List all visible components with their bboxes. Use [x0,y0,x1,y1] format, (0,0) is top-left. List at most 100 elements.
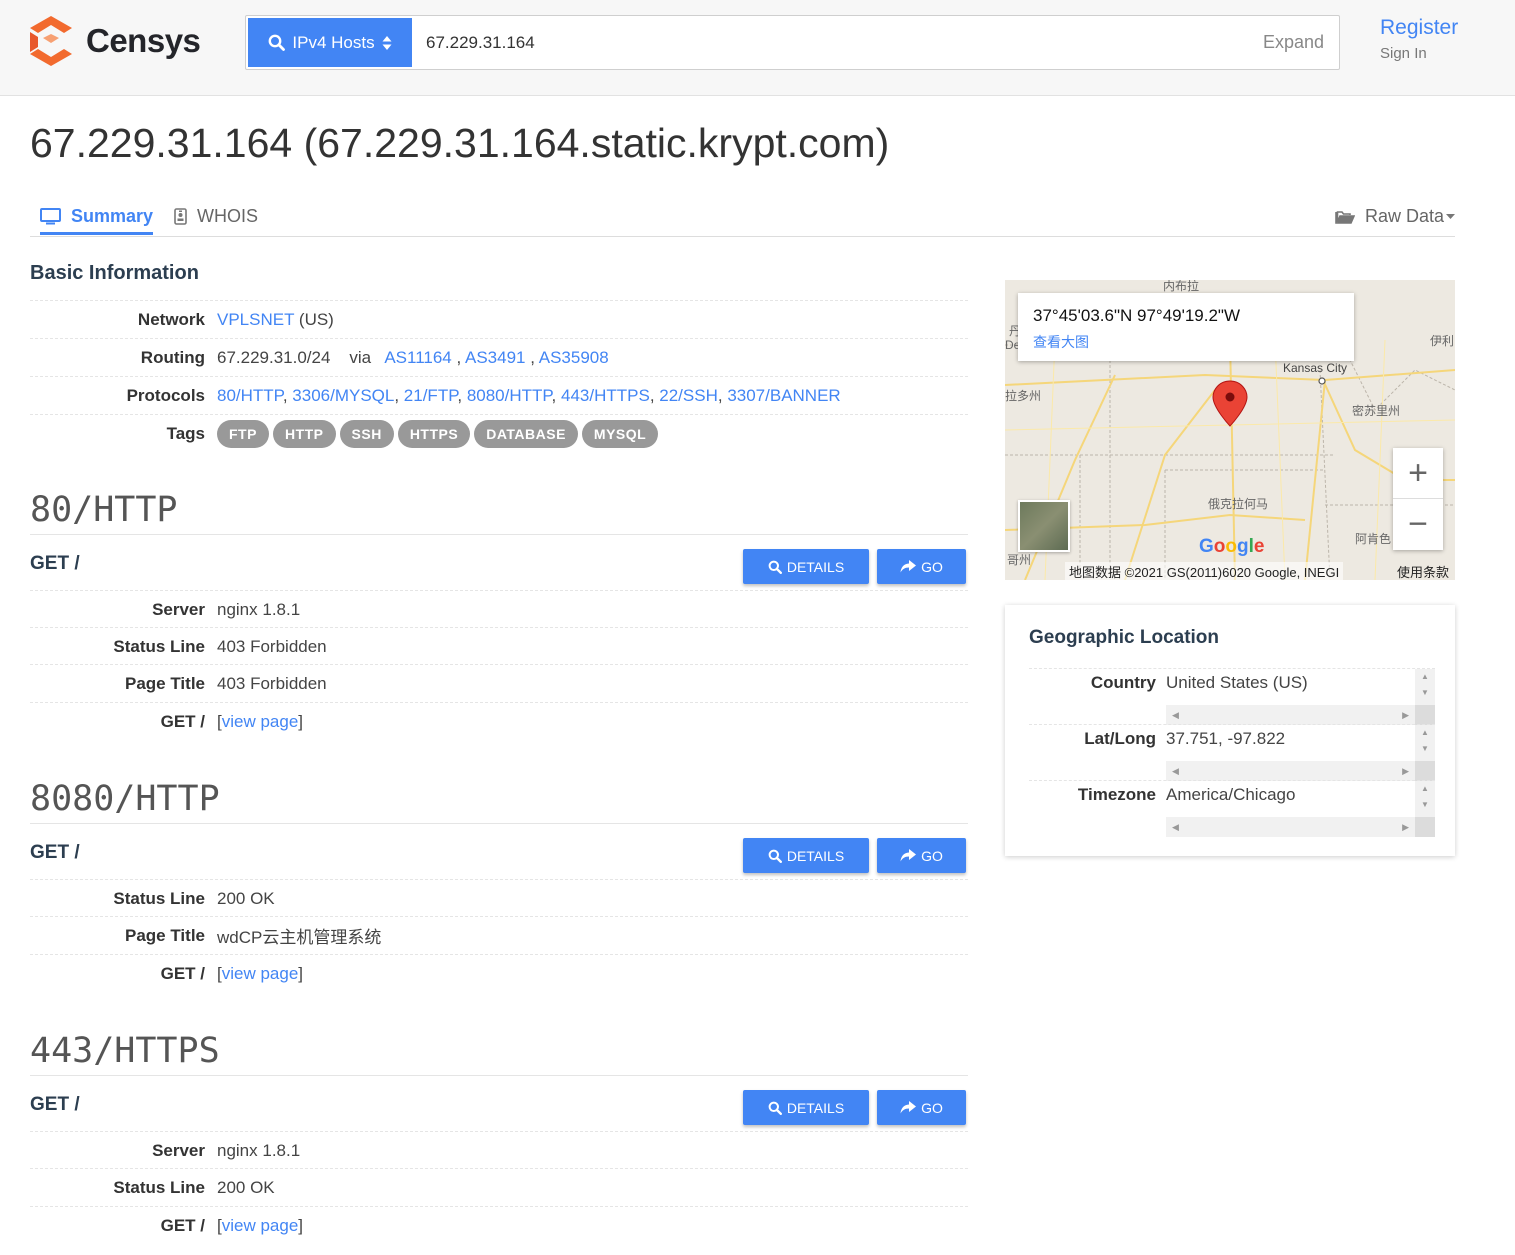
protocol-link[interactable]: 22/SSH [659,386,718,405]
tab-summary-label: Summary [71,206,154,226]
view-page-link[interactable]: view page [222,712,299,731]
map-label: 哥州 [1007,553,1032,567]
service-row: GET / [view page] [30,702,968,740]
sign-in-link[interactable]: Sign In [1380,45,1427,62]
service-get-heading: GET / [30,553,80,574]
tag-badge[interactable]: SSH [339,419,394,448]
view-page-label: GET / [160,1215,205,1235]
expand-link[interactable]: Expand [1263,32,1324,53]
register-link[interactable]: Register [1380,16,1458,40]
routing-row: Routing 67.229.31.0/24 via AS11164 , AS3… [30,338,968,376]
service-row: Page Title 403 Forbidden [30,664,968,702]
go-button[interactable]: GO [877,1090,966,1125]
protocols-row: Protocols 80/HTTP, 3306/MYSQL, 21/FTP, 8… [30,376,968,414]
protocols-label: Protocols [126,385,205,405]
asn-link[interactable]: AS35908 [539,348,609,367]
routing-label: Routing [140,347,205,367]
service-row-value: wdCP云主机管理系统 [217,928,382,947]
go-button[interactable]: GO [877,838,966,873]
vertical-scrollbar[interactable]: ▲ ▼ [1415,781,1435,817]
plus-icon: + [1408,453,1428,492]
map-label: Kansas City [1283,361,1348,375]
service-heading-80-http: 80/HTTP [30,490,968,535]
service-row: GET / [view page] [30,954,968,992]
geo-label: Timezone [1077,785,1156,804]
raw-data-label: Raw Data [1364,206,1444,226]
service-heading-443-https: 443/HTTPS [30,1031,968,1076]
horizontal-scrollbar[interactable]: ◀ ▶ [1166,761,1415,781]
search-bar: IPv4 Hosts Expand [245,15,1340,70]
location-pin-icon[interactable] [1212,380,1248,427]
view-page-link[interactable]: view page [222,964,299,983]
tab-summary[interactable]: Summary [40,206,154,235]
tag-badge[interactable]: FTP [217,419,269,448]
search-icon [268,34,286,51]
search-input[interactable] [426,16,1246,69]
service-row-label: Status Line [113,888,205,908]
service-row-value: 200 OK [217,1177,275,1197]
service-row-label: Status Line [113,636,205,656]
map-label: 密苏里州 [1352,404,1401,418]
map-attribution: 地图数据 ©2021 GS(2011)6020 Google, INEGI [1065,562,1344,580]
details-label: DETAILS [786,1099,845,1116]
view-larger-map-link[interactable]: 查看大图 [1033,332,1089,352]
service-row: Page Title wdCP云主机管理系统 [30,916,968,954]
protocol-link[interactable]: 80/HTTP [217,386,283,405]
service-row: Status Line 200 OK [30,1168,968,1206]
tab-bar: Summary WHOIS Raw Data [30,196,1455,237]
vertical-scrollbar[interactable]: ▲ ▼ [1415,725,1435,761]
asn-link[interactable]: AS3491 [465,348,526,367]
service-row-value: 200 OK [217,888,275,908]
routing-prefix: 67.229.31.0/24 [217,347,331,367]
tab-whois[interactable]: WHOIS [174,206,258,227]
tag-badge[interactable]: HTTP [272,419,336,448]
network-country: (US) [298,309,334,329]
protocol-link[interactable]: 8080/HTTP [467,386,552,405]
search-type-label: IPv4 Hosts [292,32,375,52]
zoom-out-button[interactable]: − [1393,499,1443,550]
service-row-value: 403 Forbidden [217,636,327,656]
location-map[interactable]: 内布拉 Kansas City 拉多州 密苏里州 俄克拉何马 阿肯色 哥州 伊利… [1005,280,1455,580]
protocol-link[interactable]: 3306/MYSQL [292,386,394,405]
service-row-value: nginx 1.8.1 [217,599,301,619]
folder-open-icon [1335,210,1355,224]
service-row-value: 403 Forbidden [217,673,327,693]
view-page-link[interactable]: view page [222,1216,299,1235]
vertical-scrollbar[interactable]: ▲ ▼ [1415,669,1435,705]
scroll-corner [1415,761,1435,781]
details-label: DETAILS [786,847,845,864]
horizontal-scrollbar[interactable]: ◀ ▶ [1166,705,1415,725]
tag-badge[interactable]: HTTPS [397,419,471,448]
monitor-icon [40,208,61,225]
tag-badge[interactable]: DATABASE [474,419,578,448]
service-row: GET / [view page] [30,1206,968,1244]
map-label: 内布拉 [1163,280,1200,293]
service-row: Server nginx 1.8.1 [30,1131,968,1169]
basic-info-heading: Basic Information [30,262,199,284]
protocol-link[interactable]: 3307/BANNER [727,386,840,405]
censys-logo-icon [30,16,72,66]
go-label: GO [921,1099,943,1116]
protocol-link[interactable]: 443/HTTPS [561,386,650,405]
geo-value: 37.751, -97.822 [1166,729,1286,748]
censys-logo[interactable]: Censys [28,14,201,68]
search-type-dropdown[interactable]: IPv4 Hosts [248,18,412,67]
details-button[interactable]: DETAILS [743,1090,869,1125]
search-icon [768,560,782,574]
geo-value: America/Chicago [1166,785,1296,804]
horizontal-scrollbar[interactable]: ◀ ▶ [1166,817,1415,837]
details-button[interactable]: DETAILS [743,549,869,584]
map-terms-link[interactable]: 使用条款 [1397,562,1449,580]
zoom-in-button[interactable]: + [1393,448,1443,499]
protocol-link[interactable]: 21/FTP [404,386,458,405]
network-link[interactable]: VPLSNET [217,310,294,329]
go-button[interactable]: GO [877,549,966,584]
service-heading-8080-http: 8080/HTTP [30,779,968,824]
details-button[interactable]: DETAILS [743,838,869,873]
service-row: Status Line 403 Forbidden [30,627,968,665]
asn-link[interactable]: AS11164 [384,348,451,367]
raw-data-dropdown[interactable]: Raw Data [1335,206,1455,227]
map-info-popup: 37°45'03.6"N 97°49'19.2"W 查看大图 [1018,293,1354,361]
satellite-toggle[interactable] [1018,500,1070,552]
tag-badge[interactable]: MYSQL [581,419,659,448]
